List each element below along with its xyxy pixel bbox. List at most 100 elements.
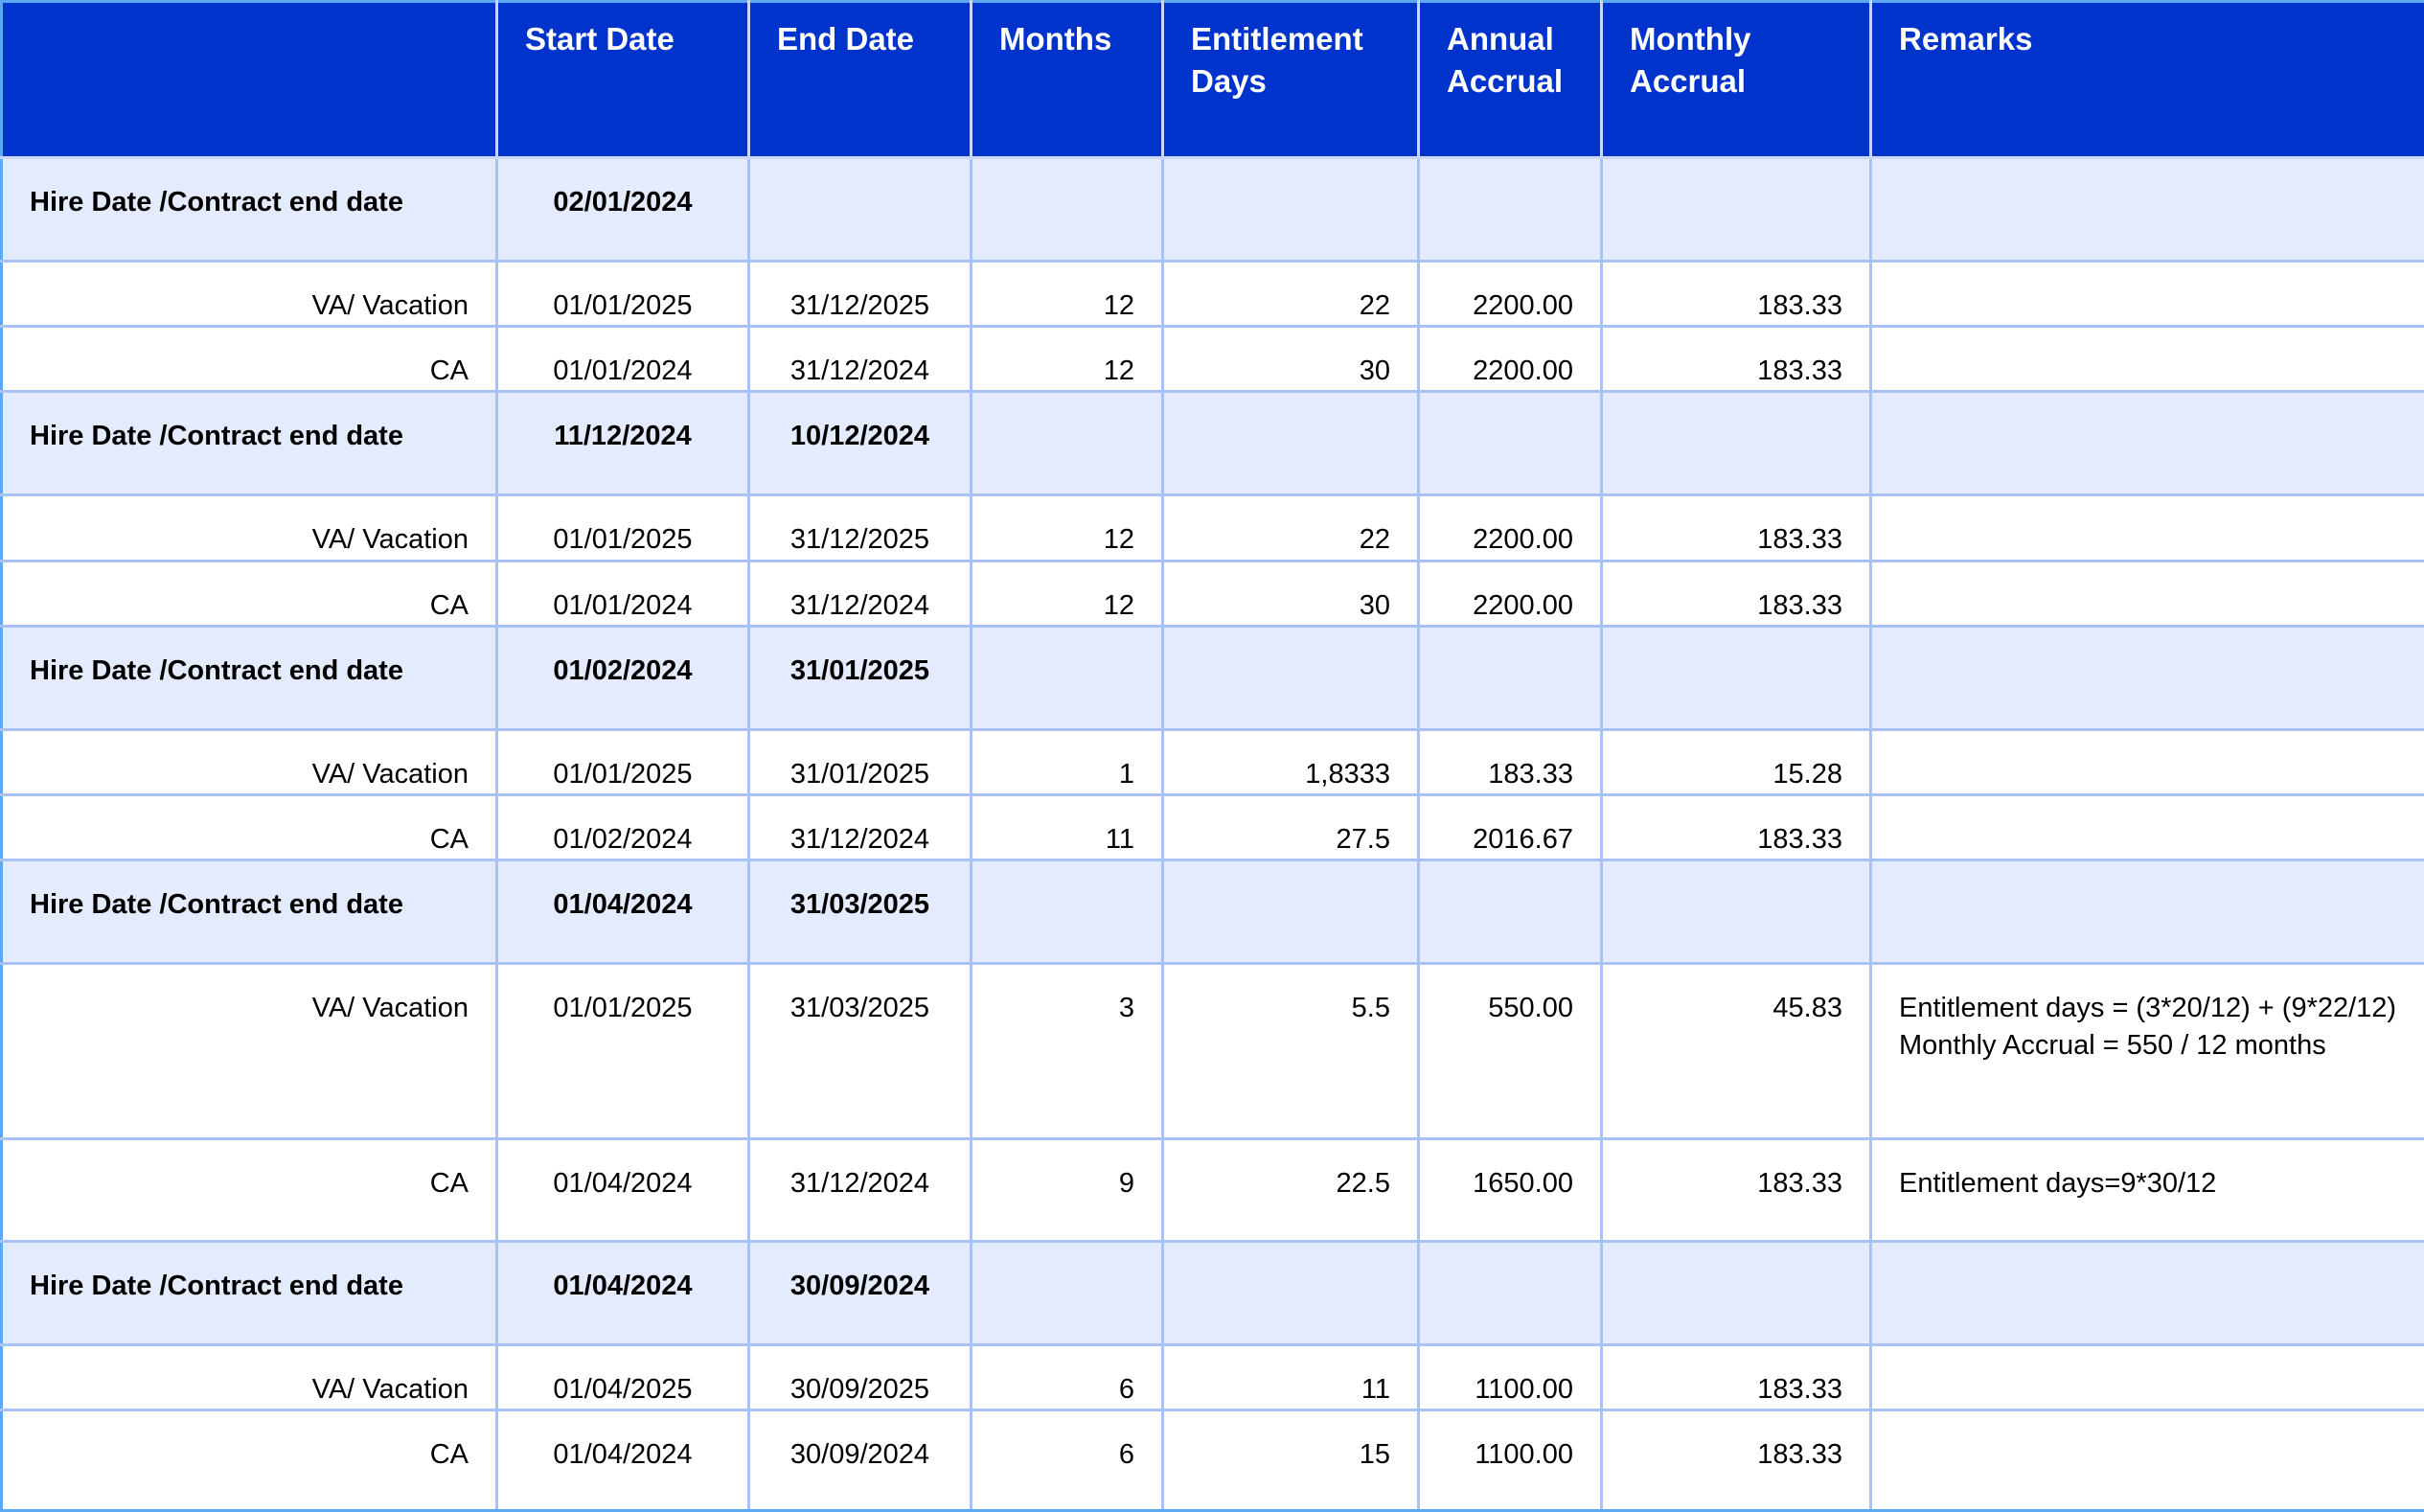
empty-cell[interactable] <box>1161 858 1420 966</box>
start-date-cell[interactable]: 01/01/2024 <box>495 559 750 628</box>
empty-cell[interactable] <box>1417 390 1603 497</box>
annual-accrual-cell[interactable]: 550.00 <box>1417 962 1603 1141</box>
header-months[interactable]: Months <box>970 0 1164 159</box>
months-cell[interactable]: 12 <box>970 493 1164 562</box>
remarks-cell[interactable] <box>1869 260 2424 329</box>
remarks-cell[interactable] <box>1869 1408 2424 1512</box>
monthly-accrual-cell[interactable]: 183.33 <box>1600 1137 1872 1243</box>
empty-cell[interactable] <box>970 624 1164 731</box>
leave-type-cell[interactable]: VA/ Vacation <box>0 727 498 796</box>
start-date-cell[interactable]: 01/04/2024 <box>495 1137 750 1243</box>
group-label-cell[interactable]: Hire Date /Contract end date <box>0 858 498 966</box>
monthly-accrual-cell[interactable]: 183.33 <box>1600 1342 1872 1411</box>
empty-cell[interactable] <box>970 858 1164 966</box>
empty-cell[interactable] <box>1600 1239 1872 1346</box>
end-date-cell[interactable]: 31/12/2024 <box>747 559 972 628</box>
entitlement-days-cell[interactable]: 22.5 <box>1161 1137 1420 1243</box>
entitlement-days-cell[interactable]: 1,8333 <box>1161 727 1420 796</box>
remarks-cell[interactable]: Entitlement days=9*30/12 <box>1869 1137 2424 1243</box>
monthly-accrual-cell[interactable]: 183.33 <box>1600 325 1872 394</box>
group-start-date-cell[interactable]: 01/02/2024 <box>495 624 750 731</box>
monthly-accrual-cell[interactable]: 183.33 <box>1600 493 1872 562</box>
group-end-date-cell[interactable]: 30/09/2024 <box>747 1239 972 1346</box>
empty-cell[interactable] <box>970 155 1164 263</box>
empty-cell[interactable] <box>1869 390 2424 497</box>
group-start-date-cell[interactable]: 01/04/2024 <box>495 1239 750 1346</box>
end-date-cell[interactable]: 31/01/2025 <box>747 727 972 796</box>
monthly-accrual-cell[interactable]: 45.83 <box>1600 962 1872 1141</box>
leave-type-cell[interactable]: CA <box>0 325 498 394</box>
empty-cell[interactable] <box>1869 1239 2424 1346</box>
start-date-cell[interactable]: 01/01/2025 <box>495 962 750 1141</box>
remarks-cell[interactable] <box>1869 325 2424 394</box>
empty-cell[interactable] <box>1161 155 1420 263</box>
empty-cell[interactable] <box>1161 1239 1420 1346</box>
group-end-date-cell[interactable] <box>747 155 972 263</box>
monthly-accrual-cell[interactable]: 183.33 <box>1600 559 1872 628</box>
start-date-cell[interactable]: 01/01/2025 <box>495 727 750 796</box>
remarks-cell[interactable]: Entitlement days = (3*20/12) + (9*22/12)… <box>1869 962 2424 1141</box>
annual-accrual-cell[interactable]: 1100.00 <box>1417 1408 1603 1512</box>
empty-cell[interactable] <box>1417 624 1603 731</box>
leave-type-cell[interactable]: CA <box>0 1137 498 1243</box>
entitlement-days-cell[interactable]: 22 <box>1161 260 1420 329</box>
end-date-cell[interactable]: 31/12/2024 <box>747 792 972 861</box>
group-label-cell[interactable]: Hire Date /Contract end date <box>0 624 498 731</box>
end-date-cell[interactable]: 31/12/2024 <box>747 325 972 394</box>
group-start-date-cell[interactable]: 01/04/2024 <box>495 858 750 966</box>
leave-type-cell[interactable]: CA <box>0 1408 498 1512</box>
months-cell[interactable]: 12 <box>970 325 1164 394</box>
entitlement-days-cell[interactable]: 22 <box>1161 493 1420 562</box>
leave-type-cell[interactable]: VA/ Vacation <box>0 493 498 562</box>
empty-cell[interactable] <box>1161 624 1420 731</box>
annual-accrual-cell[interactable]: 2200.00 <box>1417 493 1603 562</box>
group-end-date-cell[interactable]: 31/01/2025 <box>747 624 972 731</box>
empty-cell[interactable] <box>1417 858 1603 966</box>
monthly-accrual-cell[interactable]: 183.33 <box>1600 792 1872 861</box>
header-entitlement-days[interactable]: Entitlement Days <box>1161 0 1420 159</box>
entitlement-days-cell[interactable]: 11 <box>1161 1342 1420 1411</box>
remarks-cell[interactable] <box>1869 1342 2424 1411</box>
group-label-cell[interactable]: Hire Date /Contract end date <box>0 390 498 497</box>
header-end-date[interactable]: End Date <box>747 0 972 159</box>
leave-type-cell[interactable]: VA/ Vacation <box>0 962 498 1141</box>
months-cell[interactable]: 6 <box>970 1342 1164 1411</box>
annual-accrual-cell[interactable]: 2200.00 <box>1417 260 1603 329</box>
monthly-accrual-cell[interactable]: 183.33 <box>1600 260 1872 329</box>
leave-type-cell[interactable]: CA <box>0 559 498 628</box>
remarks-cell[interactable] <box>1869 792 2424 861</box>
months-cell[interactable]: 6 <box>970 1408 1164 1512</box>
empty-cell[interactable] <box>1417 155 1603 263</box>
leave-type-cell[interactable]: CA <box>0 792 498 861</box>
empty-cell[interactable] <box>1600 624 1872 731</box>
header-start-date[interactable]: Start Date <box>495 0 750 159</box>
empty-cell[interactable] <box>970 390 1164 497</box>
empty-cell[interactable] <box>1161 390 1420 497</box>
start-date-cell[interactable]: 01/01/2024 <box>495 325 750 394</box>
monthly-accrual-cell[interactable]: 183.33 <box>1600 1408 1872 1512</box>
entitlement-days-cell[interactable]: 15 <box>1161 1408 1420 1512</box>
annual-accrual-cell[interactable]: 1100.00 <box>1417 1342 1603 1411</box>
months-cell[interactable]: 9 <box>970 1137 1164 1243</box>
group-label-cell[interactable]: Hire Date /Contract end date <box>0 1239 498 1346</box>
annual-accrual-cell[interactable]: 183.33 <box>1417 727 1603 796</box>
annual-accrual-cell[interactable]: 1650.00 <box>1417 1137 1603 1243</box>
end-date-cell[interactable]: 30/09/2025 <box>747 1342 972 1411</box>
months-cell[interactable]: 12 <box>970 260 1164 329</box>
months-cell[interactable]: 12 <box>970 559 1164 628</box>
remarks-cell[interactable] <box>1869 559 2424 628</box>
remarks-cell[interactable] <box>1869 493 2424 562</box>
annual-accrual-cell[interactable]: 2200.00 <box>1417 559 1603 628</box>
end-date-cell[interactable]: 31/12/2025 <box>747 493 972 562</box>
empty-cell[interactable] <box>1600 858 1872 966</box>
group-start-date-cell[interactable]: 02/01/2024 <box>495 155 750 263</box>
leave-type-cell[interactable]: VA/ Vacation <box>0 1342 498 1411</box>
empty-cell[interactable] <box>1600 390 1872 497</box>
end-date-cell[interactable]: 31/12/2025 <box>747 260 972 329</box>
months-cell[interactable]: 11 <box>970 792 1164 861</box>
group-label-cell[interactable]: Hire Date /Contract end date <box>0 155 498 263</box>
start-date-cell[interactable]: 01/02/2024 <box>495 792 750 861</box>
group-end-date-cell[interactable]: 10/12/2024 <box>747 390 972 497</box>
annual-accrual-cell[interactable]: 2016.67 <box>1417 792 1603 861</box>
header-annual-accrual[interactable]: Annual Accrual <box>1417 0 1603 159</box>
